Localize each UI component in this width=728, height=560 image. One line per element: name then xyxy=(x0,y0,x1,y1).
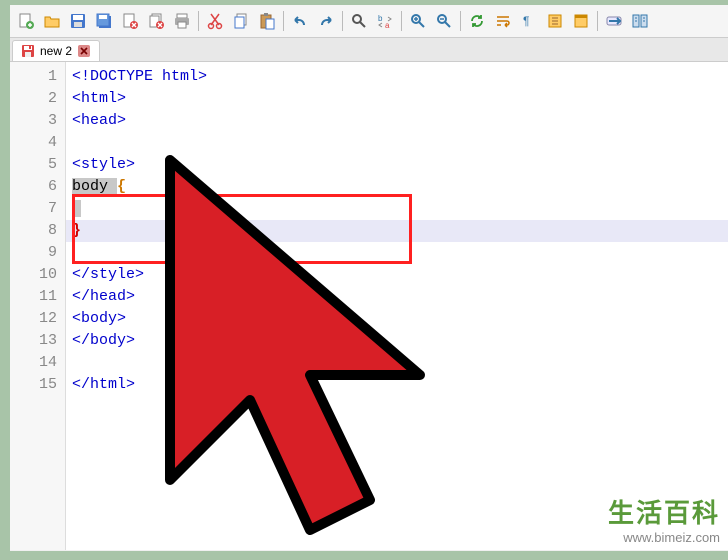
find-button[interactable] xyxy=(347,9,371,33)
wrap-icon xyxy=(494,12,512,30)
line-number: 5 xyxy=(14,154,57,176)
redo-button[interactable] xyxy=(314,9,338,33)
line-number: 3 xyxy=(14,110,57,132)
save-icon xyxy=(69,12,87,30)
toolbar-separator xyxy=(342,11,343,31)
find-icon xyxy=(350,12,368,30)
folder-button[interactable] xyxy=(569,9,593,33)
watermark-text: 生活百科 xyxy=(608,493,720,530)
main-toolbar: ba ¶ xyxy=(10,5,728,38)
redo-icon xyxy=(317,12,335,30)
paste-button[interactable] xyxy=(255,9,279,33)
copy-icon xyxy=(232,12,250,30)
copy-button[interactable] xyxy=(229,9,253,33)
toolbar-separator xyxy=(597,11,598,31)
tab-bar: new 2 xyxy=(10,38,728,62)
zoom-in-icon xyxy=(409,12,427,30)
code-line[interactable]: <body> xyxy=(72,308,722,330)
close-all-icon xyxy=(147,12,165,30)
watermark-url: www.bimeiz.com xyxy=(608,530,720,545)
code-line[interactable] xyxy=(72,352,722,374)
close-button[interactable] xyxy=(118,9,142,33)
line-number: 13 xyxy=(14,330,57,352)
svg-text:a: a xyxy=(385,21,390,30)
line-number: 8 xyxy=(14,220,57,242)
replace-button[interactable]: ba xyxy=(373,9,397,33)
save-disk-icon xyxy=(21,44,35,58)
undo-icon xyxy=(291,12,309,30)
sync-button[interactable] xyxy=(465,9,489,33)
code-editor[interactable]: 123456789101112131415 <!DOCTYPE html><ht… xyxy=(10,62,728,550)
line-number: 4 xyxy=(14,132,57,154)
line-number-gutter: 123456789101112131415 xyxy=(10,62,66,550)
zoom-in-button[interactable] xyxy=(406,9,430,33)
line-number: 12 xyxy=(14,308,57,330)
editor-window: ba¶ new 2 123456789101112131415 <!DOCTYP… xyxy=(10,5,728,551)
macro-play-icon xyxy=(631,12,649,30)
code-line[interactable]: </body> xyxy=(72,330,722,352)
line-number: 14 xyxy=(14,352,57,374)
save-all-button[interactable] xyxy=(92,9,116,33)
current-line-highlight xyxy=(66,220,728,242)
macro-rec-icon xyxy=(605,12,623,30)
code-line[interactable] xyxy=(72,132,722,154)
watermark: 生活百科 www.bimeiz.com xyxy=(608,493,720,545)
sync-icon xyxy=(468,12,486,30)
code-line[interactable]: </head> xyxy=(72,286,722,308)
replace-icon: ba xyxy=(376,12,394,30)
line-number: 7 xyxy=(14,198,57,220)
code-line[interactable]: <html> xyxy=(72,88,722,110)
line-number: 11 xyxy=(14,286,57,308)
cut-button[interactable] xyxy=(203,9,227,33)
toolbar-separator xyxy=(198,11,199,31)
chars-icon: ¶ xyxy=(520,12,538,30)
file-tab[interactable]: new 2 xyxy=(12,40,100,61)
indent-button[interactable] xyxy=(543,9,567,33)
open-file-button[interactable] xyxy=(40,9,64,33)
wrap-button[interactable] xyxy=(491,9,515,33)
code-line[interactable]: body { xyxy=(72,176,722,198)
code-line[interactable]: </html> xyxy=(72,374,722,396)
paste-icon xyxy=(258,12,276,30)
toolbar-separator xyxy=(283,11,284,31)
undo-button[interactable] xyxy=(288,9,312,33)
code-line[interactable] xyxy=(72,242,722,264)
code-line[interactable]: <head> xyxy=(72,110,722,132)
new-file-button[interactable] xyxy=(14,9,38,33)
print-button[interactable] xyxy=(170,9,194,33)
chars-button[interactable]: ¶ xyxy=(517,9,541,33)
toolbar-separator xyxy=(401,11,402,31)
zoom-out-button[interactable] xyxy=(432,9,456,33)
new-file-icon xyxy=(17,12,35,30)
save-button[interactable] xyxy=(66,9,90,33)
code-line[interactable]: <!DOCTYPE html> xyxy=(72,66,722,88)
svg-text:b: b xyxy=(378,14,383,23)
line-number: 15 xyxy=(14,374,57,396)
print-icon xyxy=(173,12,191,30)
line-number: 10 xyxy=(14,264,57,286)
line-number: 9 xyxy=(14,242,57,264)
cut-icon xyxy=(206,12,224,30)
line-number: 6 xyxy=(14,176,57,198)
folder-icon xyxy=(572,12,590,30)
close-all-button[interactable] xyxy=(144,9,168,33)
svg-text:¶: ¶ xyxy=(523,14,529,28)
indent-icon xyxy=(546,12,564,30)
close-icon xyxy=(121,12,139,30)
code-line[interactable]: <style> xyxy=(72,154,722,176)
macro-play-button[interactable] xyxy=(628,9,652,33)
tab-label: new 2 xyxy=(40,44,72,58)
code-text-area[interactable]: <!DOCTYPE html><html><head> <style>body {… xyxy=(66,62,728,550)
code-line[interactable]: </style> xyxy=(72,264,722,286)
code-line[interactable] xyxy=(72,198,722,220)
macro-rec-button[interactable] xyxy=(602,9,626,33)
line-number: 1 xyxy=(14,66,57,88)
tab-close-icon[interactable] xyxy=(77,44,91,58)
save-all-icon xyxy=(95,12,113,30)
open-file-icon xyxy=(43,12,61,30)
toolbar-separator xyxy=(460,11,461,31)
zoom-out-icon xyxy=(435,12,453,30)
line-number: 2 xyxy=(14,88,57,110)
